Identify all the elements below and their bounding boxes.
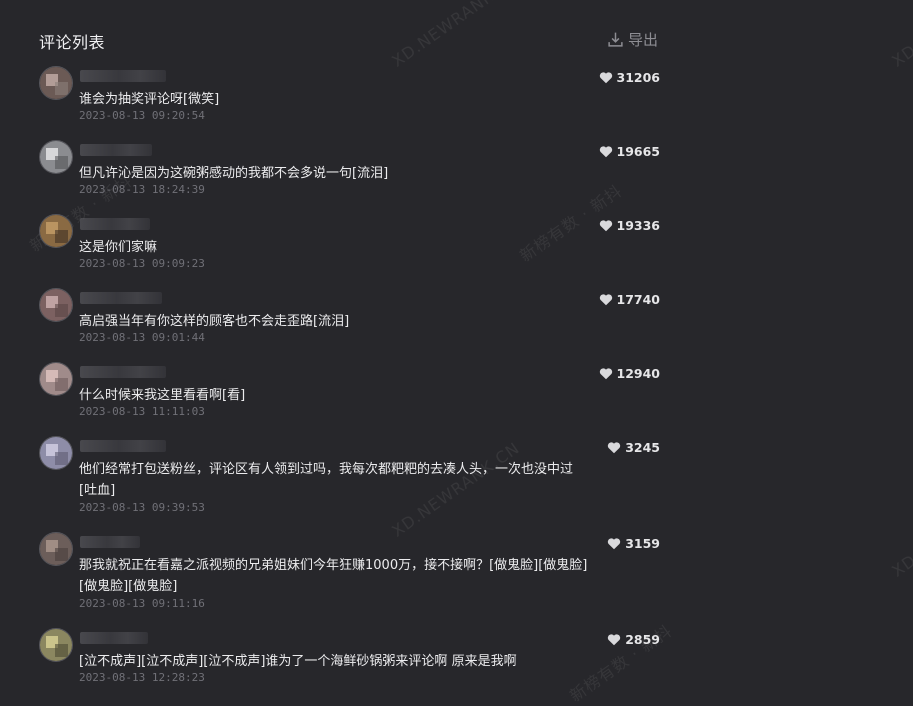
username-blurred <box>80 70 166 82</box>
comment-item: 那我就祝正在看嘉之派视频的兄弟姐妹们今年狂赚1000万，接不接啊？[做鬼脸][做… <box>0 532 913 628</box>
export-label: 导出 <box>628 31 659 49</box>
comment-item: 什么时候来我这里看看啊[看] 2023-08-13 11:11:03 12940 <box>0 362 913 436</box>
heart-icon <box>599 220 612 232</box>
username-blurred <box>80 632 148 644</box>
like-count[interactable]: 2859 <box>607 632 660 647</box>
heart-icon <box>599 146 612 158</box>
download-icon <box>608 32 623 47</box>
username-blurred <box>80 440 166 452</box>
page-title: 评论列表 <box>39 33 106 52</box>
like-count-value: 3245 <box>625 440 660 455</box>
avatar[interactable] <box>39 66 73 100</box>
like-count-value: 3159 <box>625 536 660 551</box>
like-count[interactable]: 19665 <box>599 144 661 159</box>
comment-time: 2023-08-13 09:01:44 <box>79 331 205 344</box>
comment-time: 2023-08-13 12:28:23 <box>79 671 205 684</box>
username-blurred <box>80 536 140 548</box>
avatar[interactable] <box>39 214 73 248</box>
comment-time: 2023-08-13 11:11:03 <box>79 405 205 418</box>
comment-text: 谁会为抽奖评论呀[微笑] <box>79 92 220 107</box>
avatar[interactable] <box>39 362 73 396</box>
comment-time: 2023-08-13 09:11:16 <box>79 597 205 610</box>
comment-text: 但凡许沁是因为这碗粥感动的我都不会多说一句[流泪] <box>79 166 389 181</box>
like-count[interactable]: 3245 <box>607 440 660 455</box>
comment-list-panel: XD.NEWRANK.CN XD.NEWRANK.CN 新榜有数 · 新抖 新榜… <box>0 0 913 706</box>
comment-time: 2023-08-13 09:09:23 <box>79 257 205 270</box>
username-blurred <box>80 292 162 304</box>
comment-item: 但凡许沁是因为这碗粥感动的我都不会多说一句[流泪] 2023-08-13 18:… <box>0 140 913 214</box>
like-count-value: 19336 <box>616 218 661 233</box>
avatar[interactable] <box>39 532 73 566</box>
heart-icon <box>608 538 621 550</box>
comment-item: 谁会为抽奖评论呀[微笑] 2023-08-13 09:20:54 31206 <box>0 66 913 140</box>
avatar[interactable] <box>39 288 73 322</box>
comment-text: 这是你们家嘛 <box>79 240 158 255</box>
comment-time: 2023-08-13 09:20:54 <box>79 109 205 122</box>
comment-text: 他们经常打包送粉丝，评论区有人领到过吗，我每次都粑粑的去凑人头，一次也没中过[吐… <box>79 462 574 498</box>
comment-item: 高启强当年有你这样的顾客也不会走歪路[流泪] 2023-08-13 09:01:… <box>0 288 913 362</box>
heart-icon <box>599 368 612 380</box>
username-blurred <box>80 366 166 378</box>
like-count[interactable]: 12940 <box>599 366 661 381</box>
like-count-value: 2859 <box>625 632 660 647</box>
comment-item: [泣不成声][泣不成声][泣不成声]谁为了一个海鲜砂锅粥来评论啊 原来是我啊 2… <box>0 628 913 686</box>
watermark: XD.NEWRANK.CN <box>888 0 913 71</box>
heart-icon <box>599 294 612 306</box>
heart-icon <box>608 634 621 646</box>
like-count-value: 17740 <box>616 292 661 307</box>
export-button[interactable]: 导出 <box>607 29 658 50</box>
like-count-value: 12940 <box>616 366 661 381</box>
comment-item: 他们经常打包送粉丝，评论区有人领到过吗，我每次都粑粑的去凑人头，一次也没中过[吐… <box>0 436 913 532</box>
comment-text: 高启强当年有你这样的顾客也不会走歪路[流泪] <box>79 314 350 329</box>
comment-text: 什么时候来我这里看看啊[看] <box>79 388 246 403</box>
username-blurred <box>80 218 150 230</box>
watermark: XD.NEWRANK.CN <box>388 0 524 71</box>
comment-item: 这是你们家嘛 2023-08-13 09:09:23 19336 <box>0 214 913 288</box>
comment-time: 2023-08-13 09:39:53 <box>79 501 205 514</box>
heart-icon <box>599 72 612 84</box>
like-count-value: 19665 <box>616 144 661 159</box>
username-blurred <box>80 144 152 156</box>
like-count-value: 31206 <box>616 70 661 85</box>
avatar[interactable] <box>39 140 73 174</box>
avatar[interactable] <box>39 436 73 470</box>
like-count[interactable]: 31206 <box>599 70 661 85</box>
comment-text: 那我就祝正在看嘉之派视频的兄弟姐妹们今年狂赚1000万，接不接啊？[做鬼脸][做… <box>79 558 588 594</box>
comment-time: 2023-08-13 18:24:39 <box>79 183 205 196</box>
comment-text: [泣不成声][泣不成声][泣不成声]谁为了一个海鲜砂锅粥来评论啊 原来是我啊 <box>79 654 517 669</box>
like-count[interactable]: 19336 <box>599 218 661 233</box>
heart-icon <box>608 442 621 454</box>
like-count[interactable]: 3159 <box>607 536 660 551</box>
like-count[interactable]: 17740 <box>599 292 661 307</box>
avatar[interactable] <box>39 628 73 662</box>
